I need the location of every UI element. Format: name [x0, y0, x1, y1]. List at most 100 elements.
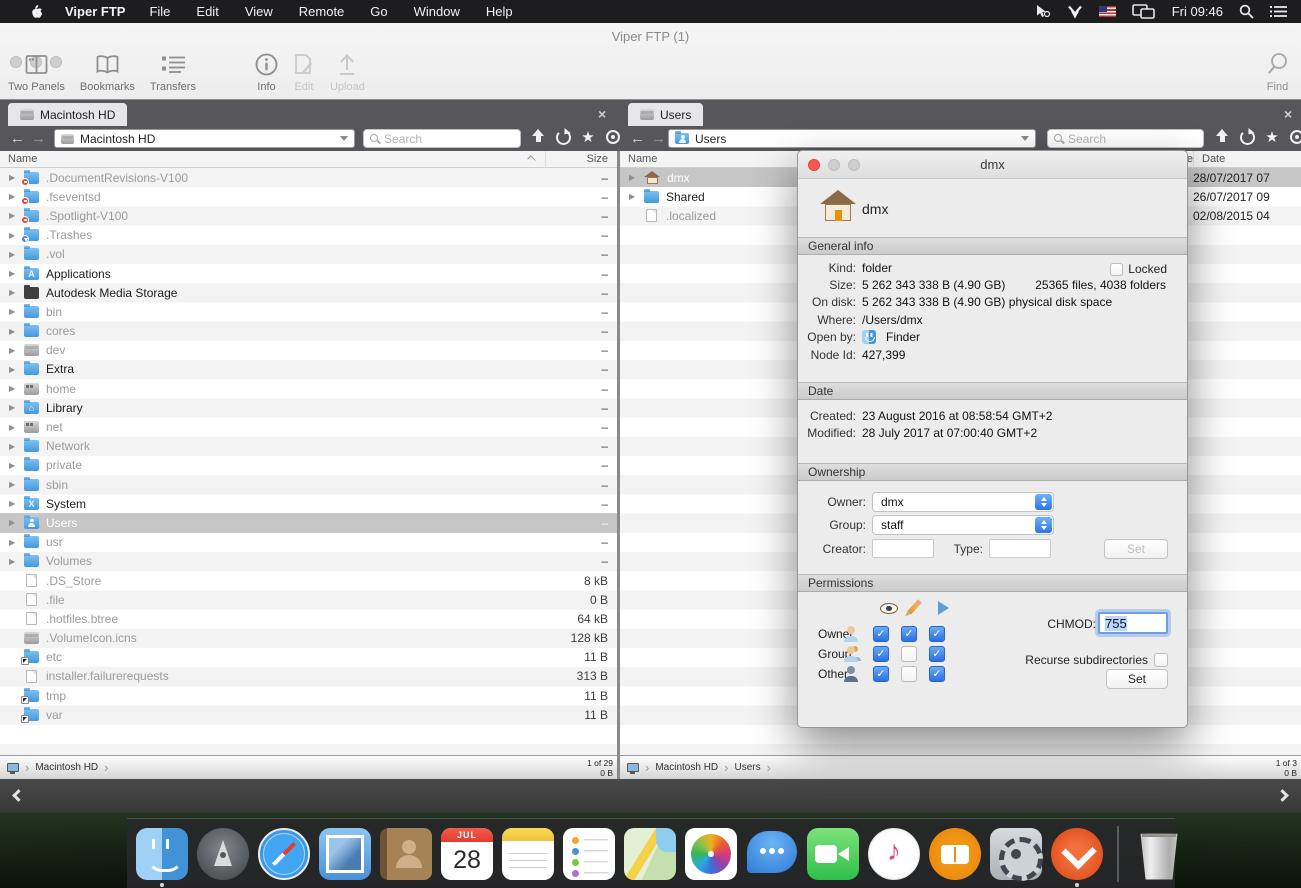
dialog-titlebar[interactable]: dmx — [798, 151, 1187, 179]
close-tab-icon[interactable]: × — [598, 106, 606, 122]
group-dropdown[interactable]: staff — [872, 515, 1054, 535]
size-column-header[interactable]: Size — [587, 153, 617, 165]
disclosure-triangle-icon[interactable]: ▶ — [9, 403, 24, 412]
search-input[interactable] — [384, 132, 514, 146]
disclosure-triangle-icon[interactable]: ▶ — [9, 288, 24, 297]
stepper-icon[interactable] — [1035, 494, 1052, 510]
write-checkbox[interactable] — [901, 646, 917, 662]
disclosure-triangle-icon[interactable]: ▶ — [9, 538, 24, 547]
search-field-right[interactable] — [1047, 129, 1204, 148]
finder-dock-icon[interactable] — [136, 828, 188, 880]
broadcast-icon[interactable] — [605, 128, 621, 146]
trash-dock-icon[interactable] — [1138, 828, 1180, 880]
reminders-dock-icon[interactable] — [563, 828, 615, 880]
write-checkbox[interactable] — [901, 626, 917, 642]
read-checkbox[interactable] — [873, 666, 889, 682]
chmod-field[interactable]: 755 — [1098, 612, 1168, 634]
name-column-header[interactable]: Name — [620, 153, 657, 165]
bookmarks-button[interactable]: Bookmarks — [80, 51, 135, 93]
file-row[interactable]: ▶⌂Library– — [0, 398, 617, 417]
file-row[interactable]: ▶sbin– — [0, 475, 617, 494]
menu-item-help[interactable]: Help — [486, 4, 513, 19]
calendar-dock-icon[interactable]: JUL28 — [441, 828, 493, 880]
broadcast-icon[interactable] — [1289, 128, 1301, 146]
two-panels-button[interactable]: Two Panels — [8, 51, 65, 93]
forward-button[interactable]: → — [31, 130, 46, 147]
file-row[interactable]: ▶.fseventsd– — [0, 187, 617, 206]
name-column-header[interactable]: Name — [0, 153, 37, 165]
displays-icon[interactable] — [1132, 4, 1156, 19]
breadcrumb-item[interactable]: Macintosh HD — [655, 762, 718, 773]
back-button[interactable]: ← — [630, 130, 645, 147]
file-row[interactable]: .hotfiles.btree64 kB — [0, 609, 617, 628]
transfers-button[interactable]: Transfers — [150, 51, 196, 93]
find-button[interactable]: Find — [1266, 51, 1289, 93]
viper-menu-icon[interactable] — [1067, 5, 1083, 19]
panel-divider[interactable] — [617, 151, 620, 779]
pointer-icon[interactable] — [1035, 4, 1051, 19]
messages-dock-icon[interactable] — [746, 828, 798, 880]
disclosure-triangle-icon[interactable]: ▶ — [9, 250, 24, 259]
back-button[interactable]: ← — [10, 130, 25, 147]
computer-icon[interactable] — [626, 762, 639, 774]
file-row[interactable]: ▶Volumes– — [0, 552, 617, 571]
breadcrumb-item[interactable]: Users — [735, 762, 761, 773]
file-row[interactable]: .VolumeIcon.icns128 kB — [0, 629, 617, 648]
menu-item-go[interactable]: Go — [370, 4, 387, 19]
menu-item-edit[interactable]: Edit — [196, 4, 218, 19]
write-checkbox[interactable] — [901, 666, 917, 682]
disclosure-triangle-icon[interactable]: ▶ — [9, 499, 24, 508]
file-row[interactable]: installer.failurerequests313 B — [0, 667, 617, 686]
maps-dock-icon[interactable] — [624, 828, 676, 880]
app-menu-title[interactable]: Viper FTP — [65, 4, 125, 19]
disclosure-triangle-icon[interactable]: ▶ — [9, 480, 24, 489]
favorites-icon[interactable]: ★ — [1264, 128, 1280, 146]
breadcrumb-item[interactable]: Macintosh HD — [35, 762, 98, 773]
disclosure-triangle-icon[interactable]: ▶ — [9, 346, 24, 355]
file-row[interactable]: var11 B — [0, 705, 617, 724]
apple-menu-icon[interactable] — [28, 4, 43, 20]
file-row[interactable]: tmp11 B — [0, 686, 617, 705]
right-drawer-icon[interactable] — [1276, 789, 1289, 802]
owner-dropdown[interactable]: dmx — [872, 492, 1054, 512]
forward-button[interactable]: → — [651, 130, 666, 147]
disclosure-triangle-icon[interactable]: ▶ — [9, 365, 24, 374]
date-column-header[interactable]: Date — [1193, 153, 1301, 165]
file-row[interactable]: ▶.Trashes– — [0, 226, 617, 245]
itunes-dock-icon[interactable] — [868, 828, 920, 880]
file-row[interactable]: ▶.DocumentRevisions-V100– — [0, 168, 617, 187]
menu-item-view[interactable]: View — [245, 4, 273, 19]
read-checkbox[interactable] — [873, 646, 889, 662]
launchpad-dock-icon[interactable] — [197, 828, 249, 880]
read-checkbox[interactable] — [873, 626, 889, 642]
file-row[interactable]: ▶.vol– — [0, 245, 617, 264]
disclosure-triangle-icon[interactable]: ▶ — [9, 461, 24, 470]
disclosure-triangle-icon[interactable]: ▶ — [9, 269, 24, 278]
file-row[interactable]: ▶AApplications– — [0, 264, 617, 283]
notes-dock-icon[interactable] — [502, 828, 554, 880]
photos-dock-icon[interactable] — [685, 828, 737, 880]
notification-center-icon[interactable] — [1270, 5, 1287, 18]
permissions-set-button[interactable]: Set — [1106, 669, 1168, 689]
file-row[interactable]: ▶Network– — [0, 437, 617, 456]
disclosure-triangle-icon[interactable]: ▶ — [9, 327, 24, 336]
ibooks-dock-icon[interactable] — [929, 828, 981, 880]
system-preferences-dock-icon[interactable] — [990, 828, 1042, 880]
menu-item-window[interactable]: Window — [414, 4, 460, 19]
path-dropdown-left[interactable]: Macintosh HD — [54, 129, 355, 148]
recurse-checkbox[interactable] — [1154, 653, 1168, 667]
viper-ftp-dock-icon[interactable] — [1051, 828, 1103, 880]
refresh-icon[interactable] — [1239, 128, 1255, 146]
file-row[interactable]: ▶cores– — [0, 322, 617, 341]
file-row[interactable]: ▶XSystem– — [0, 494, 617, 513]
file-row[interactable]: ▶usr– — [0, 533, 617, 552]
file-row[interactable]: ▶dev– — [0, 341, 617, 360]
file-row[interactable]: ▶bin– — [0, 302, 617, 321]
spotlight-icon[interactable] — [1239, 4, 1254, 19]
exec-checkbox[interactable] — [929, 666, 945, 682]
input-language-flag-icon[interactable] — [1099, 6, 1116, 17]
disclosure-triangle-icon[interactable]: ▶ — [9, 384, 24, 393]
info-button[interactable]: Info — [255, 51, 278, 93]
go-up-icon[interactable] — [1214, 128, 1230, 146]
disclosure-triangle-icon[interactable]: ▶ — [629, 192, 644, 201]
